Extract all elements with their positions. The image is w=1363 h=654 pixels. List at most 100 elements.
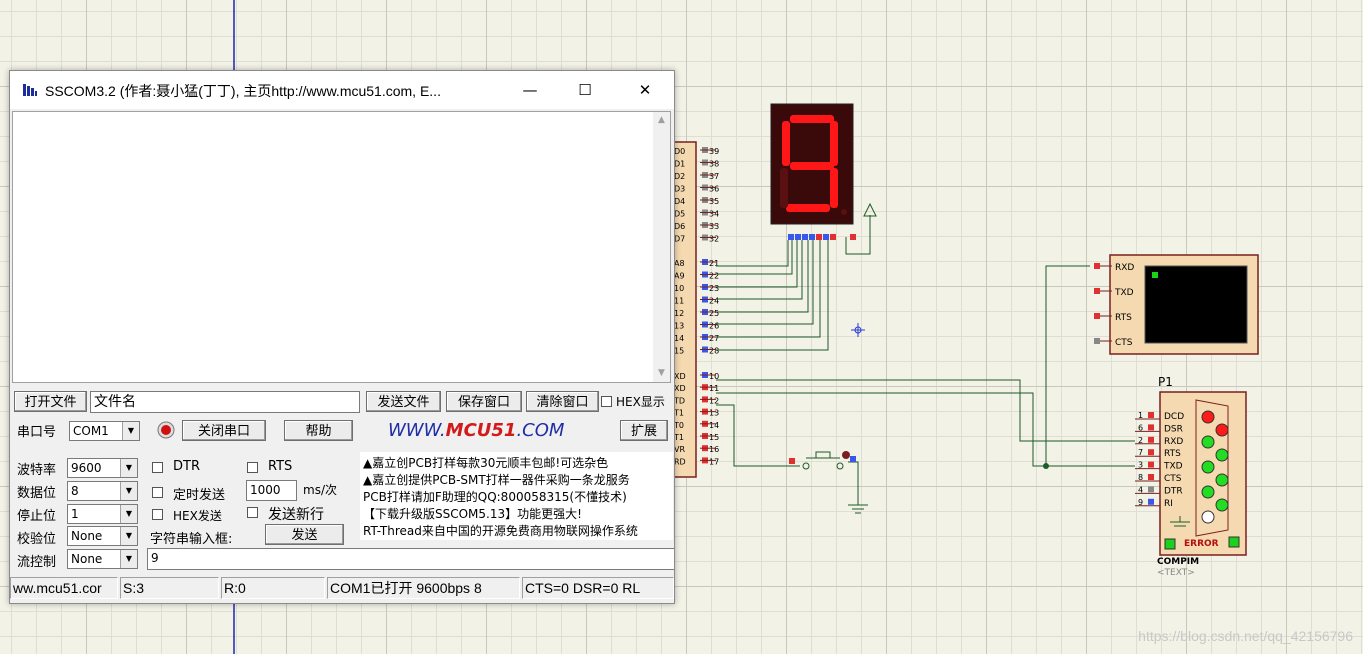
mcu-pin-number: 28: [709, 347, 719, 356]
baud-value: 9600: [71, 461, 102, 475]
mcu-pin-number: 23: [709, 284, 719, 293]
hex-display-label: HEX显示: [616, 395, 665, 409]
interval-input[interactable]: 1000: [246, 480, 297, 501]
mcu-pin-label: D5: [674, 210, 685, 219]
connector-pin-label: CTS: [1164, 474, 1182, 484]
mcu-pin-number: 33: [709, 222, 719, 231]
flow-control-select[interactable]: None ▼: [67, 549, 138, 569]
clear-window-button[interactable]: 清除窗口: [526, 391, 599, 412]
string-input[interactable]: 9: [147, 548, 674, 570]
ad-line-1[interactable]: ▲嘉立创PCB打样每款30元顺丰包邮!可选杂色: [363, 454, 608, 471]
status-received: R:0: [221, 577, 325, 599]
mcu-pin-number: 14: [709, 421, 719, 430]
ad-line-4[interactable]: 【下载升级版SSCOM5.13】功能更强大!: [363, 505, 582, 522]
logo-mid: MCU51: [445, 420, 517, 441]
terminal-pin-label: CTS: [1115, 338, 1133, 348]
timed-send-label: 定时发送: [173, 488, 226, 503]
stop-bits-value: 1: [71, 507, 79, 521]
dtr-label: DTR: [173, 459, 200, 474]
error-label: ERROR: [1184, 539, 1219, 549]
chevron-down-icon[interactable]: ▼: [120, 527, 137, 545]
port-select[interactable]: COM1 ▼: [69, 421, 140, 441]
expand-button[interactable]: 扩展: [620, 420, 668, 441]
mcu-pin-label: D7: [674, 235, 685, 244]
receive-area[interactable]: ▲ ▼: [12, 111, 671, 383]
mcu-pin-label: XD: [674, 372, 686, 381]
mcu-pin-label: A9: [674, 272, 685, 281]
mcu-pin-number: 11: [709, 384, 719, 393]
connector-pin-label: TXD: [1163, 462, 1183, 472]
connector-pin-label: RTS: [1164, 449, 1181, 459]
chevron-down-icon[interactable]: ▼: [120, 459, 137, 477]
title-bar[interactable]: SSCOM3.2 (作者:聂小猛(丁丁), 主页http://www.mcu51…: [10, 71, 674, 109]
mcu-pin-label: 14: [674, 334, 684, 343]
chevron-down-icon[interactable]: ▼: [120, 550, 137, 568]
mcu-pin-number: 13: [709, 409, 719, 418]
error-led-left: [1164, 538, 1176, 550]
mcu-pin-label: 10: [674, 284, 684, 293]
scroll-up-icon[interactable]: ▲: [653, 112, 670, 129]
save-window-button[interactable]: 保存窗口: [446, 391, 522, 412]
help-button[interactable]: 帮助: [284, 420, 353, 441]
scroll-down-icon[interactable]: ▼: [653, 365, 670, 382]
data-bits-select[interactable]: 8 ▼: [67, 481, 138, 501]
terminal-pin-marker: [1094, 288, 1100, 294]
ad-line-3[interactable]: PCB打样请加F助理的QQ:800058315(不懂技术): [363, 488, 627, 505]
status-sent: S:3: [120, 577, 219, 599]
mcu-pin-number: 26: [709, 322, 719, 331]
connector-pin-label: DSR: [1164, 424, 1183, 434]
mcu-pin-number: 25: [709, 309, 719, 318]
timed-send-checkbox[interactable]: [152, 487, 163, 498]
terminal-pin-label: RTS: [1115, 313, 1132, 323]
stop-bits-label: 停止位: [17, 509, 57, 524]
mcu-pin-number: 37: [709, 172, 719, 181]
terminal-pin-marker: [1094, 313, 1100, 319]
mcu-pin-label: D3: [674, 185, 685, 194]
hex-send-checkbox[interactable]: [152, 509, 163, 520]
app-icon: [23, 84, 37, 96]
sscom-window: SSCOM3.2 (作者:聂小猛(丁丁), 主页http://www.mcu51…: [9, 70, 675, 604]
receive-scrollbar[interactable]: ▲ ▼: [653, 112, 670, 382]
minimize-button[interactable]: —: [506, 71, 554, 109]
rts-checkbox[interactable]: [247, 462, 258, 473]
dtr-checkbox[interactable]: [152, 462, 163, 473]
send-newline-checkbox[interactable]: [247, 507, 258, 518]
connector-pin-label: RI: [1164, 499, 1173, 509]
mcu-pin-label: D0: [674, 147, 685, 156]
mcu-pin-number: 22: [709, 272, 719, 281]
hex-send-label: HEX发送: [173, 509, 222, 523]
chevron-down-icon[interactable]: ▼: [122, 422, 139, 440]
ad-line-2[interactable]: ▲嘉立创提供PCB-SMT打样一器件采购一条龙服务: [363, 471, 630, 488]
send-button[interactable]: 发送: [265, 524, 344, 545]
baud-select[interactable]: 9600 ▼: [67, 458, 138, 478]
send-file-button[interactable]: 发送文件: [366, 391, 441, 412]
chevron-down-icon[interactable]: ▼: [120, 482, 137, 500]
mcu-pin-label: D4: [674, 197, 685, 206]
maximize-button[interactable]: ☐: [561, 71, 609, 109]
mcu-pin-label: 12: [674, 309, 684, 318]
port-status-icon: [157, 421, 175, 439]
ad-box[interactable]: ▲嘉立创PCB打样每款30元顺丰包邮!可选杂色 ▲嘉立创提供PCB-SMT打样一…: [360, 452, 673, 540]
power-terminal: [863, 202, 877, 217]
chevron-down-icon[interactable]: ▼: [120, 505, 137, 523]
mcu-pin-number: 38: [709, 160, 719, 169]
mcu-pin-label: 11: [674, 297, 684, 306]
stop-bits-select[interactable]: 1 ▼: [67, 504, 138, 524]
close-button[interactable]: ✕: [621, 71, 669, 109]
connector-pin-marker: [1148, 474, 1154, 480]
wire-junction: [1043, 463, 1049, 469]
close-port-button[interactable]: 关闭串口: [182, 420, 266, 441]
mcu-pin-label: 15: [674, 347, 684, 356]
hex-display-checkbox[interactable]: [601, 396, 612, 407]
connector-pin-marker: [1148, 424, 1154, 431]
interval-unit: ms/次: [303, 483, 337, 497]
mcu-pin-label: D1: [674, 160, 685, 169]
mcu51-logo[interactable]: WWW.MCU51.COM: [388, 420, 564, 441]
status-lines: CTS=0 DSR=0 RL: [522, 577, 674, 599]
parity-select[interactable]: None ▼: [67, 526, 138, 546]
mcu-pin-number: 12: [709, 396, 719, 405]
parity-value: None: [71, 529, 103, 543]
ad-line-5[interactable]: RT-Thread来自中国的开源免费商用物联网操作系统: [363, 522, 638, 539]
open-file-button[interactable]: 打开文件: [14, 391, 87, 412]
file-name-field[interactable]: 文件名: [90, 391, 360, 413]
